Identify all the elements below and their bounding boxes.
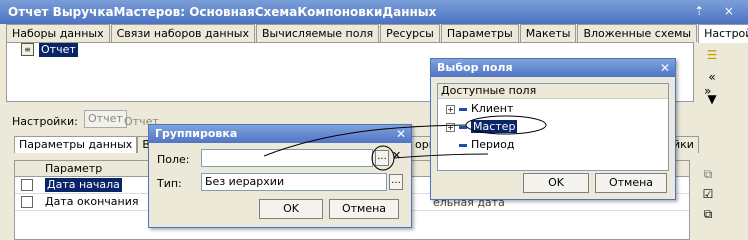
annotation-curve <box>263 124 467 157</box>
highlight-ellipse-button <box>371 145 395 171</box>
annotation-line <box>393 153 489 159</box>
highlight-ellipse-master <box>465 115 547 135</box>
annotation-overlay <box>263 115 547 171</box>
